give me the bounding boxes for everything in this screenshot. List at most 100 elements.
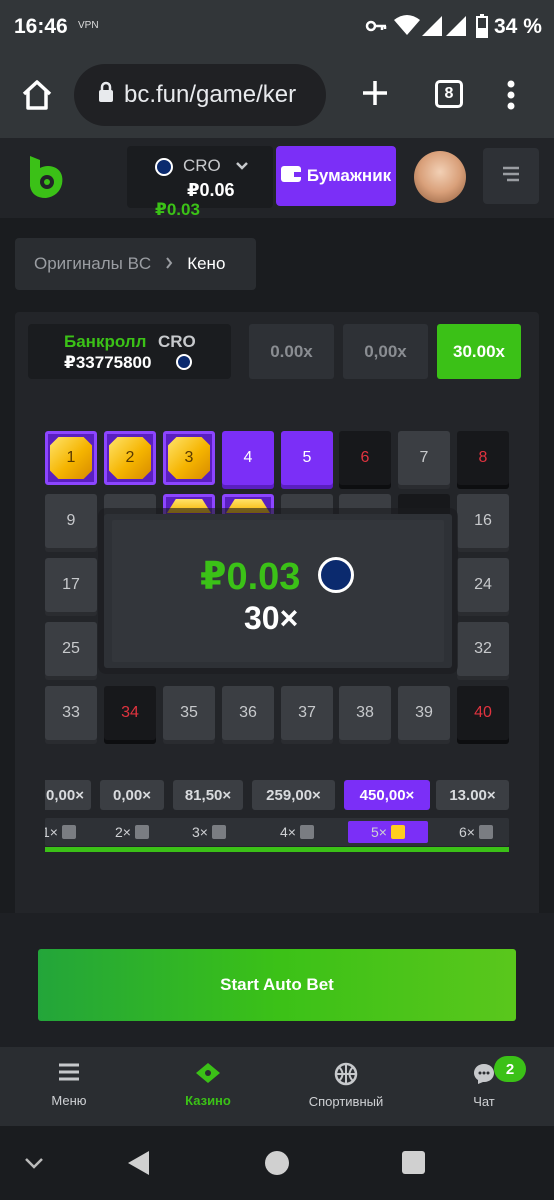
- address-bar[interactable]: bc.fun/game/ker: [74, 64, 326, 126]
- keno-cell[interactable]: 9: [45, 494, 97, 548]
- tab-count: 8: [444, 85, 454, 102]
- keno-cell[interactable]: 6: [339, 431, 391, 485]
- url-text: bc.fun/game/ker: [124, 81, 297, 108]
- wifi-icon: [394, 14, 420, 42]
- result-amount: ₽0.03: [200, 556, 301, 598]
- hits-label: 3×: [182, 821, 236, 843]
- home-nav-icon[interactable]: [265, 1151, 289, 1175]
- nav-casino[interactable]: Казино: [153, 1062, 263, 1116]
- gem-icon: [61, 825, 76, 839]
- bc-logo-icon[interactable]: [26, 154, 66, 205]
- keno-cell[interactable]: 4: [222, 431, 274, 485]
- wallet-balance: ₽0.06: [187, 180, 235, 200]
- site-menu-button[interactable]: [483, 148, 539, 204]
- hits-strip: 1× 2× 3× 4× 5× 6×: [45, 818, 509, 846]
- battery-icon: [476, 14, 488, 44]
- hits-label: 2×: [105, 821, 159, 843]
- payout-chip: 81,50×: [173, 780, 243, 810]
- recents-icon[interactable]: [402, 1151, 425, 1174]
- multiplier-chip: 0,00x: [343, 324, 428, 379]
- keno-cell[interactable]: 37: [281, 686, 333, 740]
- bankroll-currency: CRO: [158, 332, 196, 351]
- payout-strip: 0,00× 0,00× 81,50× 259,00× 450,00× 13.00…: [45, 775, 509, 815]
- browser-toolbar: bc.fun/game/ker 8: [0, 56, 554, 138]
- keno-cell[interactable]: 32: [457, 622, 509, 676]
- keno-cell[interactable]: 40: [457, 686, 509, 740]
- chat-icon: [472, 1062, 496, 1089]
- lock-icon: [98, 81, 114, 110]
- gem-icon: 2: [109, 437, 151, 479]
- system-nav-bar: [0, 1126, 554, 1200]
- hits-label: 4×: [270, 821, 324, 843]
- keno-cell[interactable]: 24: [457, 558, 509, 612]
- gem-icon: [390, 825, 405, 839]
- wallet-button[interactable]: Бумажник: [276, 146, 396, 206]
- home-icon[interactable]: [20, 78, 54, 117]
- status-time: 16:46: [14, 15, 68, 38]
- keno-cell[interactable]: 3: [163, 431, 215, 485]
- vpn-indicator: VPN: [78, 20, 99, 31]
- site-header: CRO ₽0.06 ₽0.03 Бумажник: [0, 138, 554, 219]
- keno-cell[interactable]: 36: [222, 686, 274, 740]
- key-icon: [364, 14, 388, 44]
- chevron-right-icon: [165, 254, 173, 274]
- keno-cell[interactable]: 5: [281, 431, 333, 485]
- breadcrumb: Оригиналы BC Кено: [15, 238, 256, 290]
- multiplier-chip-active: 30.00x: [437, 324, 521, 379]
- keno-cell[interactable]: 38: [339, 686, 391, 740]
- payout-chip: 13.00×: [436, 780, 509, 810]
- result-popup: ₽0.03 30×: [104, 514, 452, 668]
- status-bar: 16:46 VPN 34 %: [0, 0, 554, 56]
- hits-label-active: 5×: [348, 821, 428, 843]
- collapse-icon[interactable]: [24, 1156, 44, 1174]
- keno-cell[interactable]: 39: [398, 686, 450, 740]
- basketball-icon: [334, 1062, 358, 1089]
- keno-cell[interactable]: 16: [457, 494, 509, 548]
- currency-selector[interactable]: CRO ₽0.06: [127, 146, 273, 208]
- nav-menu[interactable]: Меню: [14, 1062, 124, 1116]
- cro-coin-icon: [155, 158, 173, 176]
- gem-icon: [299, 825, 314, 839]
- menu-icon: [58, 1062, 80, 1085]
- keno-cell[interactable]: 8: [457, 431, 509, 485]
- keno-cell[interactable]: 17: [45, 558, 97, 612]
- currency-code: CRO: [183, 156, 221, 175]
- multiplier-chip: 0.00x: [249, 324, 334, 379]
- keno-cell[interactable]: 2: [104, 431, 156, 485]
- gem-icon: [478, 825, 493, 839]
- keno-cell[interactable]: 7: [398, 431, 450, 485]
- payout-chip: 0,00×: [100, 780, 164, 810]
- keno-cell[interactable]: 35: [163, 686, 215, 740]
- keno-cell[interactable]: 25: [45, 622, 97, 676]
- signal-icon-2: [446, 16, 466, 42]
- keno-cell[interactable]: 34: [104, 686, 156, 740]
- new-tab-icon[interactable]: [360, 78, 390, 113]
- chevron-down-icon: [235, 158, 249, 176]
- gem-icon: [226, 499, 270, 513]
- avatar[interactable]: [414, 151, 466, 203]
- payout-chip-active: 450,00×: [344, 780, 430, 810]
- hamburger-icon: [501, 166, 521, 187]
- keno-cell[interactable]: 33: [45, 686, 97, 740]
- result-multiplier: 30×: [244, 600, 299, 636]
- gem-icon: 3: [168, 437, 210, 479]
- hits-label: 1×: [45, 821, 81, 843]
- bankroll-box: Банкролл CRO ₽33775800: [28, 324, 231, 379]
- casino-icon: [195, 1062, 221, 1087]
- browser-menu-icon[interactable]: [506, 80, 516, 115]
- bankroll-value: ₽33775800: [64, 353, 152, 372]
- wallet-label: Бумажник: [306, 166, 392, 185]
- back-icon[interactable]: [127, 1150, 151, 1181]
- nav-sports[interactable]: Спортивный: [291, 1062, 401, 1116]
- cro-coin-icon: [318, 557, 354, 593]
- cro-coin-icon: [176, 354, 192, 370]
- gem-icon: 1: [50, 437, 92, 479]
- bottom-nav: Меню Казино Спортивный Чат 2: [0, 1047, 554, 1126]
- battery-percent: 34 %: [494, 15, 542, 38]
- gem-icon: [167, 499, 211, 513]
- breadcrumb-parent[interactable]: Оригиналы BC: [34, 254, 151, 274]
- payout-chip: 259,00×: [252, 780, 335, 810]
- keno-cell[interactable]: 1: [45, 431, 97, 485]
- tab-switcher-button[interactable]: 8: [435, 80, 463, 108]
- start-auto-bet-button[interactable]: Start Auto Bet: [38, 949, 516, 1021]
